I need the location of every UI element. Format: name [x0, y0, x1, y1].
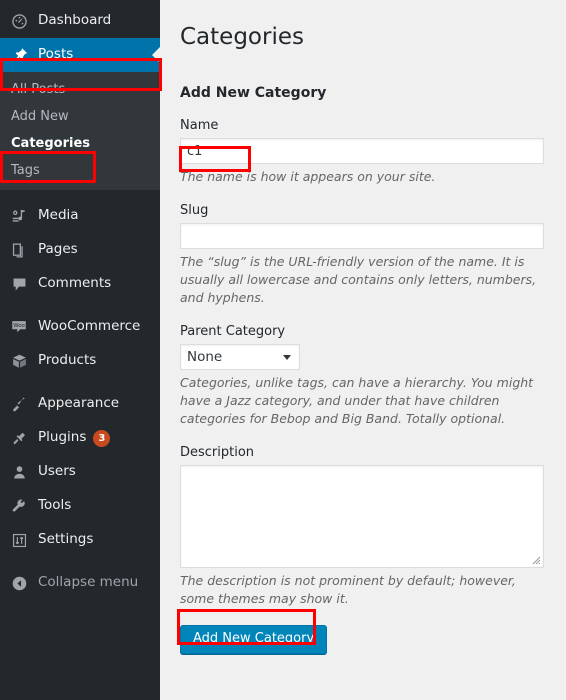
sidebar-item-tags[interactable]: Tags	[0, 157, 160, 184]
sidebar-item-tools[interactable]: Tools	[0, 489, 160, 523]
wrench-icon	[9, 496, 29, 516]
add-new-category-button[interactable]: Add New Category	[180, 625, 328, 654]
sidebar-item-label: Comments	[38, 275, 112, 292]
woocommerce-icon: Woo	[9, 317, 29, 337]
parent-category-label: Parent Category	[180, 324, 286, 339]
sidebar-divider	[0, 557, 160, 566]
section-title: Add New Category	[180, 85, 327, 101]
name-input[interactable]	[180, 138, 544, 164]
sidebar-item-label: Users	[38, 463, 76, 480]
sidebar-item-label: Appearance	[38, 395, 120, 412]
description-textarea[interactable]	[180, 465, 544, 568]
chevron-down-icon	[283, 355, 291, 360]
svg-text:Woo: Woo	[13, 323, 25, 329]
sidebar-item-dashboard[interactable]: Dashboard	[0, 4, 160, 38]
description-wrapper	[180, 465, 544, 568]
sidebar-item-label: Dashboard	[38, 12, 112, 29]
pages-icon	[9, 240, 29, 260]
sidebar-divider	[0, 378, 160, 387]
sidebar-item-label: Media	[38, 207, 79, 224]
sidebar-item-collapse-menu[interactable]: Collapse menu	[0, 566, 160, 600]
current-menu-arrow-icon	[152, 47, 160, 63]
sidebar-item-appearance[interactable]: Appearance	[0, 387, 160, 421]
sidebar-item-woocommerce[interactable]: Woo WooCommerce	[0, 310, 160, 344]
sliders-icon	[9, 530, 29, 550]
plug-icon	[9, 428, 29, 448]
slug-help-text: The “slug” is the URL-friendly version o…	[180, 254, 537, 305]
name-help-text: The name is how it appears on your site.	[180, 169, 436, 184]
sidebar-divider	[0, 190, 160, 199]
description-label: Description	[180, 445, 255, 460]
parent-category-value: None	[187, 349, 223, 365]
sidebar-item-comments[interactable]: Comments	[0, 267, 160, 301]
comments-icon	[9, 274, 29, 294]
posts-submenu: All Posts Add New Categories Tags	[0, 72, 160, 190]
sidebar-item-label: Products	[38, 352, 97, 369]
sidebar-item-label: Pages	[38, 241, 78, 258]
sidebar-item-all-posts[interactable]: All Posts	[0, 76, 160, 103]
sidebar-item-label: Settings	[38, 531, 94, 548]
dashboard-icon	[9, 11, 29, 31]
pin-icon	[9, 45, 29, 65]
sidebar-item-pages[interactable]: Pages	[0, 233, 160, 267]
sidebar-item-settings[interactable]: Settings	[0, 523, 160, 557]
slug-input[interactable]	[180, 223, 544, 249]
description-help-text: The description is not prominent by defa…	[180, 573, 516, 606]
plugins-update-badge: 3	[93, 429, 111, 447]
parent-category-select[interactable]: None	[180, 344, 300, 370]
main-content: Categories Add New Category Name The nam…	[160, 0, 566, 700]
user-icon	[9, 462, 29, 482]
sidebar-item-users[interactable]: Users	[0, 455, 160, 489]
collapse-arrow-icon	[9, 573, 29, 593]
sidebar-item-label: Posts	[38, 46, 74, 63]
media-icon	[9, 206, 29, 226]
description-field-block: Description The description is not promi…	[180, 445, 550, 608]
sidebar-item-label: Plugins	[38, 429, 87, 446]
sidebar-item-label: Collapse menu	[38, 574, 139, 591]
parent-category-field-block: Parent Category None Categories, unlike …	[180, 324, 550, 428]
wordpress-admin-screen: Dashboard Posts All Posts Add New Catego…	[0, 0, 566, 700]
admin-sidebar: Dashboard Posts All Posts Add New Catego…	[0, 0, 160, 700]
name-field-block: Name The name is how it appears on your …	[180, 118, 550, 186]
sidebar-item-label: Tools	[38, 497, 72, 514]
paintbrush-icon	[9, 394, 29, 414]
sidebar-item-posts[interactable]: Posts	[0, 38, 160, 72]
page-title: Categories	[180, 24, 304, 50]
sidebar-item-categories[interactable]: Categories	[0, 130, 160, 157]
sidebar-divider	[0, 301, 160, 310]
sidebar-item-add-new[interactable]: Add New	[0, 103, 160, 130]
submit-row: Add New Category	[180, 625, 550, 654]
sidebar-item-plugins[interactable]: Plugins 3	[0, 421, 160, 455]
sidebar-item-label: WooCommerce	[38, 318, 141, 335]
name-label: Name	[180, 118, 219, 133]
products-box-icon	[9, 351, 29, 371]
slug-field-block: Slug The “slug” is the URL-friendly vers…	[180, 203, 550, 307]
sidebar-item-products[interactable]: Products	[0, 344, 160, 378]
parent-category-help-text: Categories, unlike tags, can have a hier…	[180, 375, 534, 426]
slug-label: Slug	[180, 203, 209, 218]
sidebar-item-media[interactable]: Media	[0, 199, 160, 233]
